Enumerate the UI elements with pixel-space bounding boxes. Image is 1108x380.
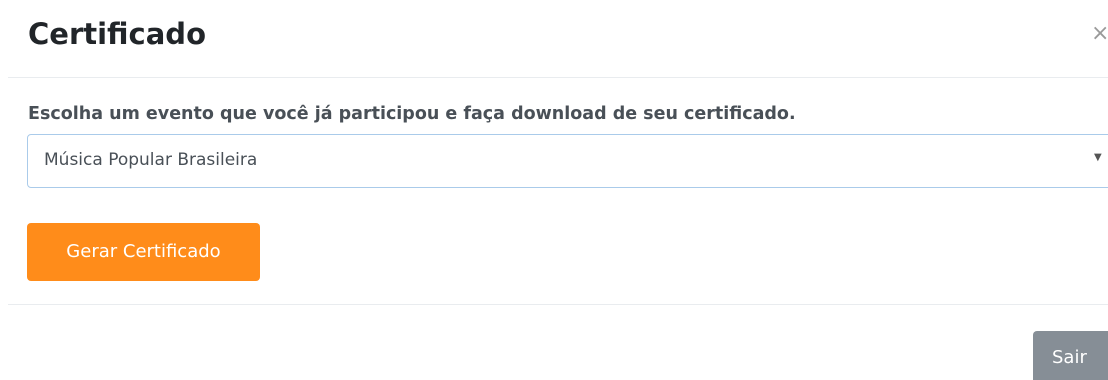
close-icon[interactable]: × [1091,22,1108,46]
exit-button[interactable]: Sair [1033,331,1108,380]
header-divider [8,77,1108,78]
event-select[interactable]: Música Popular Brasileira ▼ [27,134,1108,188]
generate-certificate-button[interactable]: Gerar Certificado [27,223,260,281]
certificate-modal: Certificado × Escolha um evento que você… [0,0,1108,380]
event-select-value: Música Popular Brasileira [44,150,258,170]
modal-title: Certificado [28,17,206,51]
event-prompt-label: Escolha um evento que você já participou… [28,104,796,124]
footer-divider [8,304,1108,305]
chevron-down-icon: ▼ [1094,152,1102,163]
